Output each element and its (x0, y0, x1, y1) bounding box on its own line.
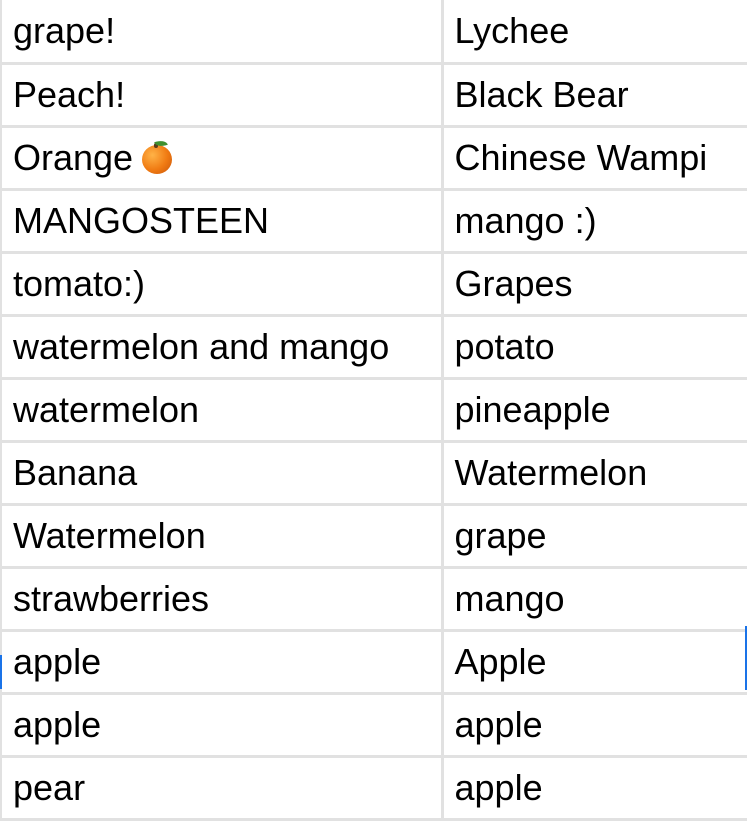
cell-a2[interactable]: Peach! (0, 61, 442, 126)
table-row: Orange Chinese Wampi (0, 124, 747, 189)
cell-a4[interactable]: MANGOSTEEN (0, 187, 442, 252)
cell-b9[interactable]: grape (440, 502, 747, 567)
cell-b3[interactable]: Chinese Wampi (440, 124, 747, 189)
table-row: apple apple (0, 691, 747, 756)
cell-a1[interactable]: grape! (0, 0, 442, 63)
cell-b6[interactable]: potato (440, 313, 747, 378)
cell-a3-text: Orange (13, 136, 134, 178)
selection-border-left (0, 655, 2, 689)
table-row: MANGOSTEEN mango :) (0, 187, 747, 252)
cell-b5[interactable]: Grapes (440, 250, 747, 315)
cell-a10[interactable]: strawberries (0, 565, 442, 630)
cell-b10[interactable]: mango (440, 565, 747, 630)
table-row: watermelon and mango potato (0, 313, 747, 378)
table-row: strawberries mango (0, 565, 747, 630)
cell-a3[interactable]: Orange (0, 124, 442, 189)
table-row: Banana Watermelon (0, 439, 747, 504)
cell-b2[interactable]: Black Bear (440, 61, 747, 126)
cell-a9[interactable]: Watermelon (0, 502, 442, 567)
table-row: apple Apple (0, 628, 747, 693)
table-row: tomato:) Grapes (0, 250, 747, 315)
table-row: watermelon pineapple (0, 376, 747, 441)
spreadsheet-grid: grape! Lychee Peach! Black Bear Orange C… (0, 0, 747, 821)
table-row: pear apple (0, 754, 747, 821)
cell-b1[interactable]: Lychee (440, 0, 747, 63)
cell-b4[interactable]: mango :) (440, 187, 747, 252)
table-row: grape! Lychee (0, 0, 747, 63)
cell-a11[interactable]: apple (0, 628, 442, 693)
cell-b12[interactable]: apple (440, 691, 747, 756)
table-row: Peach! Black Bear (0, 61, 747, 126)
cell-a7[interactable]: watermelon (0, 376, 442, 441)
cell-a8[interactable]: Banana (0, 439, 442, 504)
tangerine-emoji-icon (141, 137, 173, 174)
cell-b8[interactable]: Watermelon (440, 439, 747, 504)
cell-a13[interactable]: pear (0, 754, 442, 821)
cell-a6[interactable]: watermelon and mango (0, 313, 442, 378)
cell-b13[interactable]: apple (440, 754, 747, 821)
cell-b11[interactable]: Apple (440, 628, 747, 693)
cell-b7[interactable]: pineapple (440, 376, 747, 441)
table-row: Watermelon grape (0, 502, 747, 567)
cell-a12[interactable]: apple (0, 691, 442, 756)
cell-a5[interactable]: tomato:) (0, 250, 442, 315)
